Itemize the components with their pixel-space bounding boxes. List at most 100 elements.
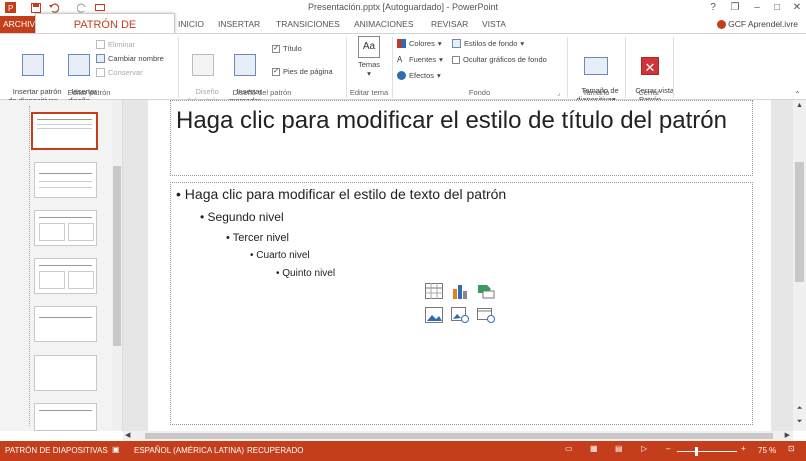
slide-thumbnail-layout[interactable] [34,355,97,391]
zoom-level[interactable]: 75 % [758,446,776,455]
table-icon[interactable] [425,283,443,299]
slide-thumbnail-layout[interactable] [34,210,97,246]
title-checkbox-label: Título [283,44,302,53]
hide-background-checkbox[interactable]: Ocultar gráficos de fondo [452,55,547,64]
ribbon-display-button[interactable]: ❐ [724,0,746,16]
video-icon[interactable] [477,307,495,323]
tab-vista[interactable]: VISTA [482,19,506,29]
group-separator [673,37,674,98]
scroll-left-icon[interactable]: ◀ [125,431,130,439]
scrollbar-thumb[interactable] [113,166,121,346]
tab-archivo[interactable]: ARCHIVO [0,16,42,33]
chevron-down-icon: ▾ [367,69,371,78]
reading-view-icon[interactable]: ▤ [615,444,623,453]
close-window-button[interactable]: ✕ [786,0,806,16]
vertical-scrollbar[interactable]: ▲ ⏶ ⏷ [793,100,806,431]
user-account[interactable]: GCF Aprendel.ivre [716,19,798,30]
text-level-1-label: Haga clic para modificar el estilo de te… [184,186,507,202]
thumbnails-scrollbar[interactable] [112,100,122,431]
group-label-edit-master: Editar patrón [67,88,111,97]
text-level-4: • Cuarto nivel [250,250,310,261]
delete-label: Eliminar [108,40,136,49]
text-level-3-label: Tercer nivel [232,232,289,244]
footers-check: ✓ [272,67,280,76]
previous-slide-icon[interactable]: ⏶ [793,405,806,413]
tab-patron-de-diapositivas[interactable]: PATRÓN DE DIAPOSITIVAS [35,13,175,53]
zoom-slider[interactable] [677,451,737,452]
text-level-2-label: Segundo nivel [207,210,284,224]
title-checkbox[interactable]: ✓ Título [272,44,302,53]
slide-sorter-icon[interactable]: ▦ [590,444,598,453]
text-level-5: • Quinto nivel [276,268,336,279]
group-label-edit-theme: Editar tema [349,88,389,97]
fonts-icon: A [397,55,403,64]
title-placeholder[interactable]: Haga clic para modificar el estilo de tí… [170,100,753,176]
slide-thumbnail-layout[interactable] [34,258,97,294]
slide-thumbnail-master[interactable] [31,112,98,150]
slideshow-icon[interactable]: ▷ [641,444,647,453]
colors-button[interactable]: Colores ▾ [397,39,442,48]
chevron-down-icon: ▾ [439,55,443,64]
maximize-button[interactable]: □ [766,0,788,16]
effects-icon [397,71,406,80]
master-layout-icon [192,54,214,76]
zoom-out-button[interactable]: – [666,444,670,453]
background-styles-button[interactable]: Estilos de fondo ▾ [452,39,524,48]
chevron-down-icon: ▾ [437,71,441,80]
preserve-label: Conservar [108,68,143,77]
themes-button[interactable]: Aa Temas ▾ [352,36,386,78]
tab-insertar[interactable]: INSERTAR [218,19,260,29]
picture-icon[interactable] [425,307,443,323]
tab-revisar[interactable]: REVISAR [431,19,468,29]
horizontal-scrollbar[interactable]: ◀ ▶ [123,431,793,441]
delete-button[interactable]: Eliminar [96,40,135,49]
tab-transiciones[interactable]: TRANSICIONES [276,19,340,29]
group-label-background: Fondo [468,88,491,97]
online-picture-icon[interactable] [451,307,469,323]
status-bar: PATRÓN DE DIAPOSITIVAS ▣ ESPAÑOL (AMÉRIC… [0,441,806,461]
chart-icon[interactable] [451,283,469,299]
scrollbar-thumb[interactable] [795,162,804,282]
tab-inicio[interactable]: INICIO [178,19,204,29]
background-styles-icon [452,39,461,48]
background-styles-label: Estilos de fondo [464,39,518,48]
collapse-ribbon-icon[interactable]: ⌃ [794,90,801,99]
group-label-size: Tamaño [582,88,610,97]
colors-icon [397,39,406,48]
slide-thumbnail-layout[interactable] [34,162,97,198]
preserve-button[interactable]: Conservar [96,68,143,77]
zoom-in-button[interactable]: + [741,444,746,453]
normal-view-icon[interactable]: ▭ [565,444,573,453]
text-level-4-label: Cuarto nivel [256,250,310,261]
scroll-right-icon[interactable]: ▶ [785,431,790,439]
slide-thumbnail-layout[interactable] [34,403,97,431]
status-language[interactable]: ESPAÑOL (AMÉRICA LATINA) [134,446,244,455]
close-icon: ✕ [641,57,659,75]
slide-thumbnail-layout[interactable] [34,306,97,342]
rename-button[interactable]: Cambiar nombre [96,54,164,63]
title-check: ✓ [272,44,280,53]
next-slide-icon[interactable]: ⏷ [793,418,806,426]
effects-label: Efectos [409,71,435,80]
smartart-icon[interactable] [477,283,495,299]
effects-button[interactable]: Efectos ▾ [397,71,441,80]
rename-icon [96,54,105,63]
scroll-up-icon[interactable]: ▲ [793,102,806,109]
tab-animaciones[interactable]: ANIMACIONES [354,19,414,29]
text-level-1: • Haga clic para modificar el estilo de … [176,186,507,202]
text-level-3: • Tercer nivel [226,232,289,244]
help-button[interactable]: ? [702,0,724,16]
hide-background-label: Ocultar gráficos de fondo [463,55,547,64]
fonts-button[interactable]: A Fuentes ▾ [397,55,443,64]
dialog-launcher-icon[interactable]: ⌟ [557,89,560,97]
chevron-down-icon: ▾ [520,39,525,48]
zoom-slider-thumb[interactable] [695,447,698,456]
spellcheck-icon[interactable]: ▣ [112,445,120,454]
group-label-close: Cerrar [638,88,660,97]
fit-to-window-icon[interactable]: ⊡ [788,444,795,453]
minimize-button[interactable]: – [746,0,768,16]
footers-checkbox-label: Pies de página [283,67,333,76]
scrollbar-thumb[interactable] [145,433,773,439]
footers-checkbox[interactable]: ✓ Pies de página [272,67,333,76]
fonts-label: Fuentes [409,55,437,64]
